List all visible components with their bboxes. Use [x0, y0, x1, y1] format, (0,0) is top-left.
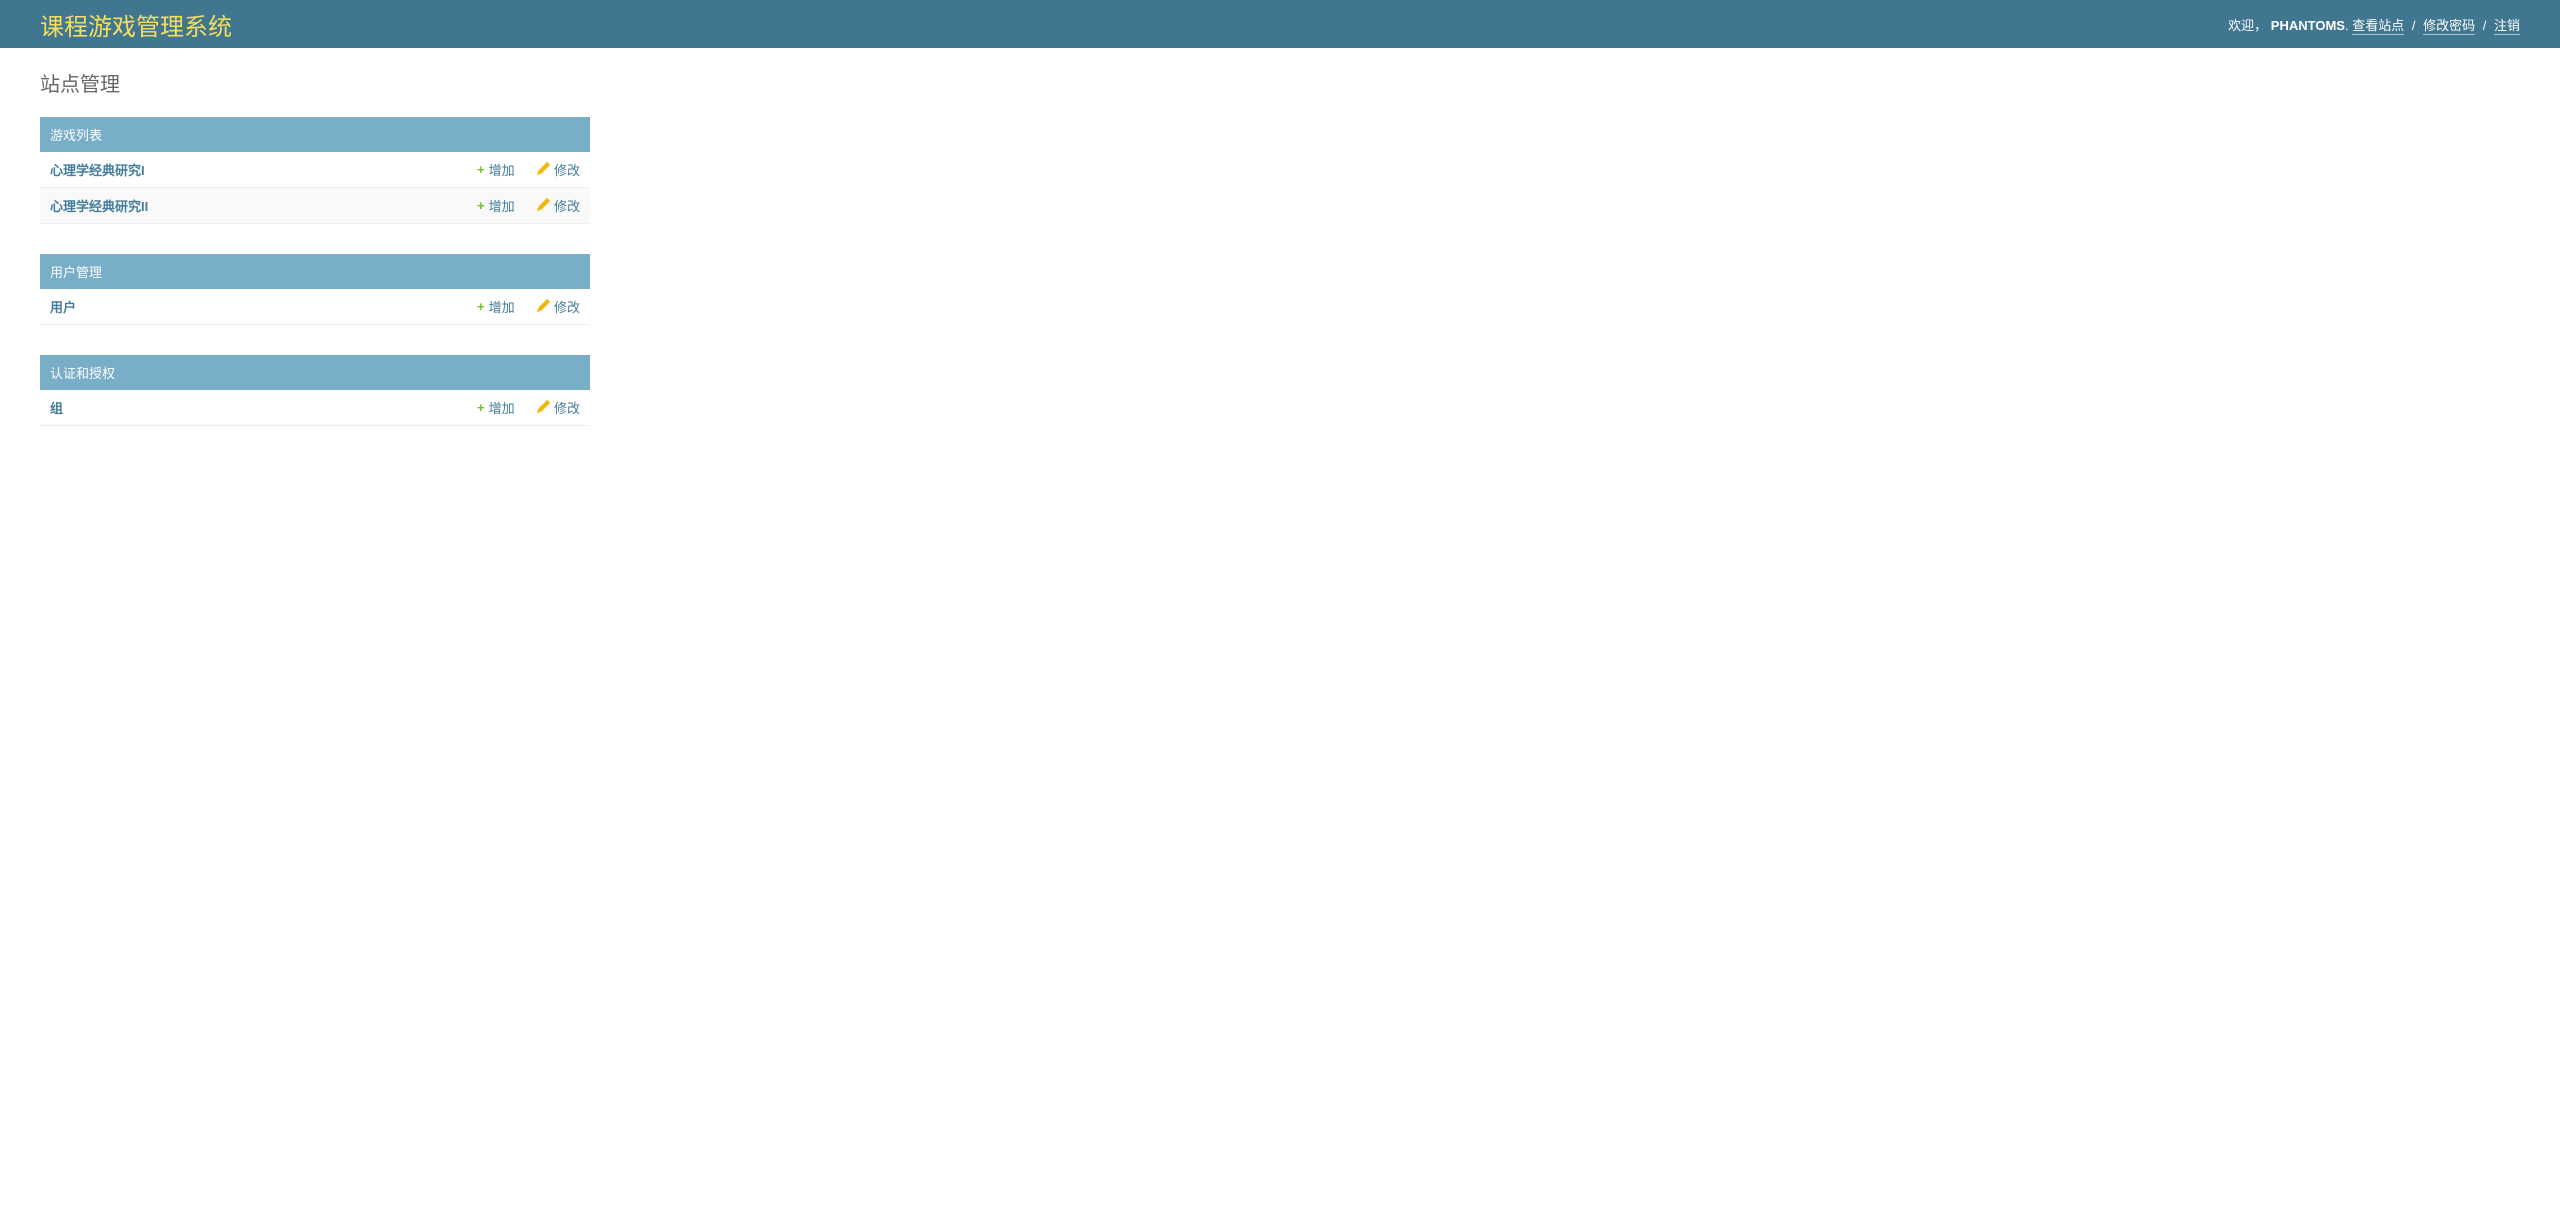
- pencil-icon: [537, 162, 550, 178]
- plus-icon: +: [477, 198, 485, 213]
- page-title: 站点管理: [40, 68, 2520, 97]
- module-caption: 用户管理: [40, 254, 590, 289]
- change-link[interactable]: 修改: [537, 297, 580, 316]
- welcome-text: 欢迎，: [2228, 18, 2267, 33]
- module-caption: 认证和授权: [40, 355, 590, 390]
- branding: 课程游戏管理系统: [40, 7, 232, 42]
- username: PHANTOMS: [2271, 18, 2345, 33]
- model-link[interactable]: 用户: [50, 300, 76, 315]
- change-link[interactable]: 修改: [537, 398, 580, 417]
- pencil-icon: [537, 299, 550, 315]
- plus-icon: +: [477, 400, 485, 415]
- header: 课程游戏管理系统 欢迎， PHANTOMS. 查看站点 / 修改密码 / 注销: [0, 0, 2560, 48]
- change-link[interactable]: 修改: [537, 196, 580, 215]
- add-link[interactable]: + 增加: [477, 196, 515, 215]
- site-title-link[interactable]: 课程游戏管理系统: [40, 14, 232, 41]
- plus-icon: +: [477, 162, 485, 177]
- module-caption: 游戏列表: [40, 117, 590, 152]
- table-row: 心理学经典研究II + 增加 修改: [40, 188, 590, 224]
- model-link[interactable]: 心理学经典研究II: [50, 199, 148, 214]
- content: 站点管理 游戏列表 心理学经典研究I + 增加 修改: [0, 48, 2560, 476]
- change-password-link[interactable]: 修改密码: [2423, 18, 2475, 35]
- table-row: 心理学经典研究I + 增加 修改: [40, 152, 590, 188]
- pencil-icon: [537, 198, 550, 214]
- table-row: 组 + 增加 修改: [40, 390, 590, 426]
- model-link[interactable]: 组: [50, 401, 63, 416]
- add-link[interactable]: + 增加: [477, 160, 515, 179]
- model-link[interactable]: 心理学经典研究I: [50, 163, 145, 178]
- pencil-icon: [537, 400, 550, 416]
- module-auth: 认证和授权 组 + 增加 修改: [40, 355, 590, 426]
- change-link[interactable]: 修改: [537, 160, 580, 179]
- view-site-link[interactable]: 查看站点: [2352, 18, 2404, 35]
- user-tools: 欢迎， PHANTOMS. 查看站点 / 修改密码 / 注销: [2228, 15, 2520, 34]
- add-link[interactable]: + 增加: [477, 398, 515, 417]
- module-user-management: 用户管理 用户 + 增加 修改: [40, 254, 590, 325]
- add-link[interactable]: + 增加: [477, 297, 515, 316]
- logout-link[interactable]: 注销: [2494, 18, 2520, 35]
- plus-icon: +: [477, 299, 485, 314]
- module-game-list: 游戏列表 心理学经典研究I + 增加 修改: [40, 117, 590, 224]
- table-row: 用户 + 增加 修改: [40, 289, 590, 325]
